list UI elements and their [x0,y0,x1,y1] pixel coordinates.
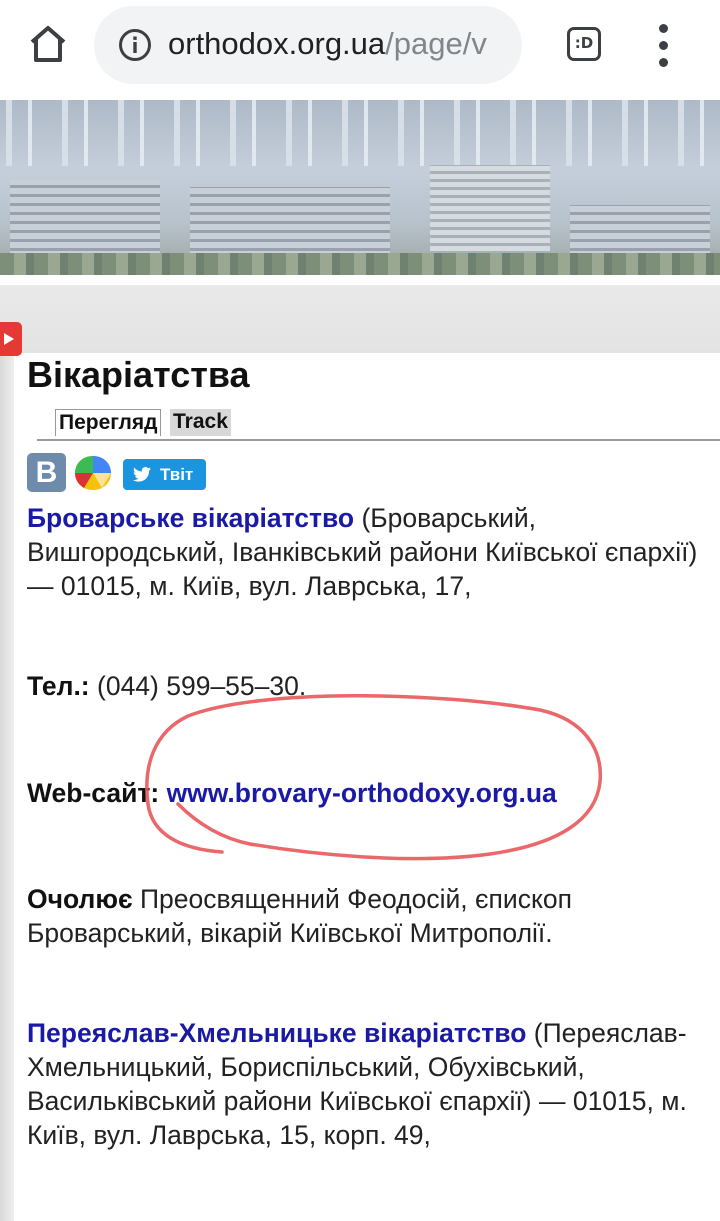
phone-value: (044) 599–55–30. [89,671,307,701]
site-header-banner [0,100,720,275]
url-path: /page/v [385,26,487,61]
banner-trees [0,253,720,275]
tweet-button[interactable]: Твіт [123,459,206,490]
url-domain: orthodox.org.ua [168,26,386,61]
phone-label: Тел.: [27,671,90,701]
head-label: Очолює [27,884,133,914]
page-title: Вікаріатства [27,354,250,395]
tab-switcher-button[interactable]: :D [567,27,601,61]
more-menu-icon[interactable] [652,24,676,68]
page-tabs: Перегляд Track [37,409,720,441]
website-label: Web-сайт: [27,778,160,808]
youtube-icon[interactable] [0,322,22,356]
home-icon[interactable] [24,20,72,68]
tweet-label: Твіт [160,465,194,484]
head-line: Очолює Преосвященний Феодосій, єпископ Б… [27,882,720,950]
url-text: orthodox.org.ua/page/v [168,24,487,64]
phone-line: Тел.: (044) 599–55–30. [27,669,720,703]
info-icon[interactable] [118,28,152,62]
website-link[interactable]: www.brovary-orthodoxy.org.ua [167,778,557,808]
tab-view[interactable]: Перегляд [55,409,162,436]
vicariate-link[interactable]: Переяслав-Хмельницьке вікаріатство [27,1018,526,1048]
header-divider-band [0,285,720,353]
vk-share-icon[interactable]: B [27,453,66,492]
tab-track[interactable]: Track [170,409,231,436]
vicariate-description: Переяслав-Хмельницьке вікаріатство (Пере… [27,1016,720,1152]
twitter-bird-icon [133,467,151,482]
banner-ornamental-title [0,100,720,166]
website-line: Web-сайт: www.brovary-orthodoxy.org.ua [27,776,720,810]
address-bar[interactable]: orthodox.org.ua/page/v [94,6,522,84]
google-buzz-icon[interactable] [72,453,114,493]
browser-toolbar: orthodox.org.ua/page/v :D [0,0,720,100]
vicariate-link[interactable]: Броварське вікаріатство [27,503,354,533]
left-sidebar-edge [0,353,14,1221]
vicariate-description: Броварське вікаріатство (Броварський, Ви… [27,501,720,603]
